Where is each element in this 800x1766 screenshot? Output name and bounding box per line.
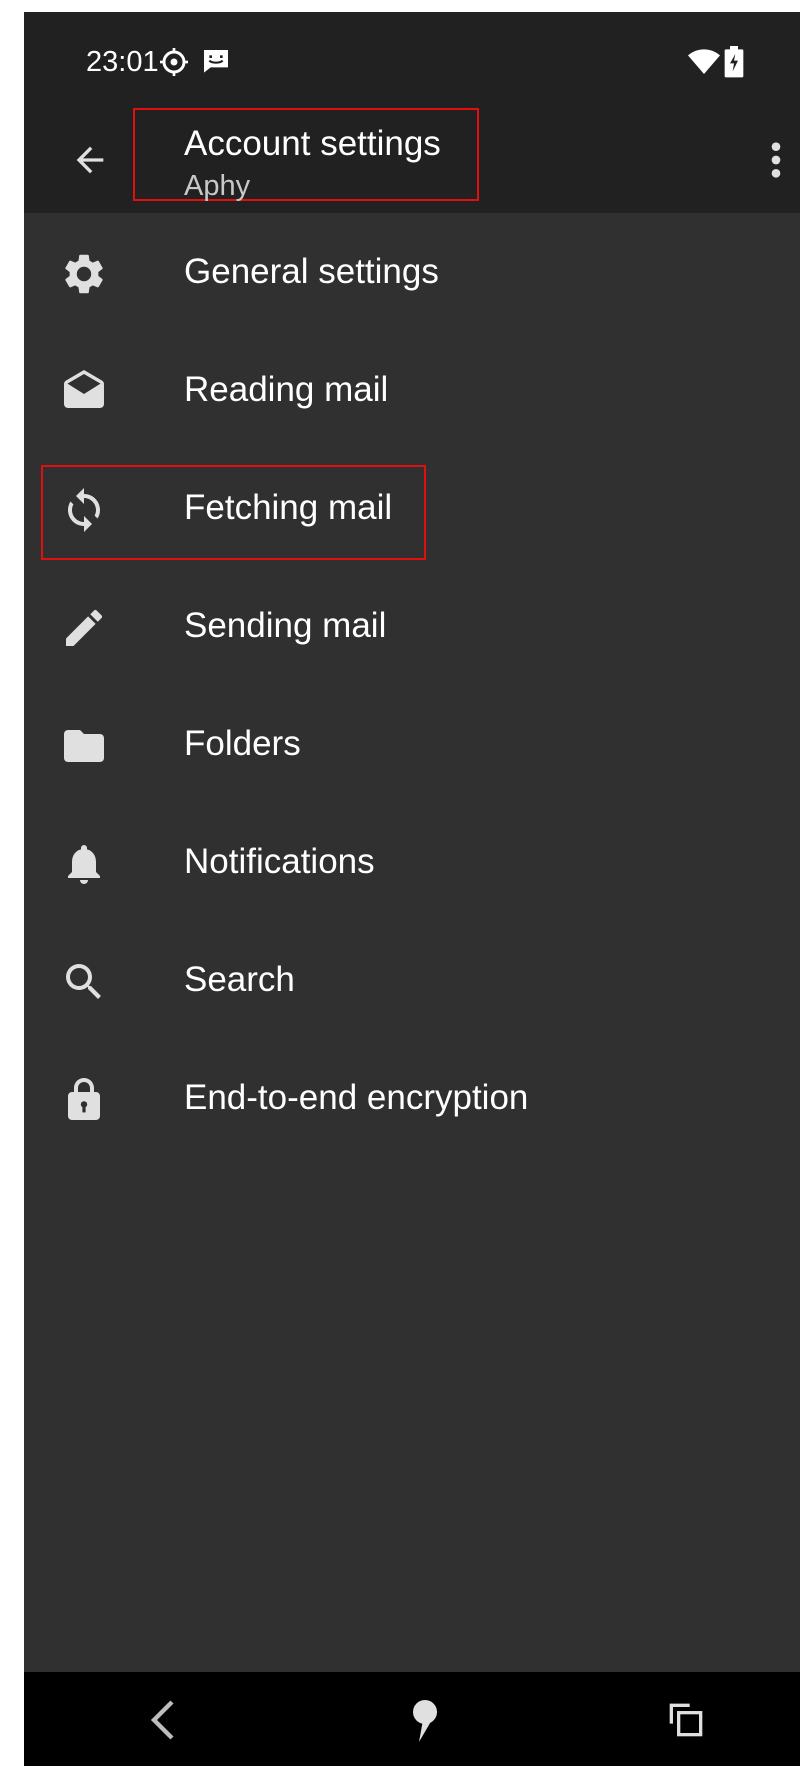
account-name-subtitle: Aphy <box>184 170 251 202</box>
menu-label: End-to-end encryption <box>184 1078 529 1117</box>
pencil-icon <box>66 609 103 646</box>
nav-home-button[interactable] <box>393 1690 453 1750</box>
message-status-icon <box>200 46 232 78</box>
settings-gear-status-icon <box>158 46 190 78</box>
search-icon <box>66 964 101 999</box>
nav-back-icon <box>150 1700 174 1740</box>
menu-label: General settings <box>184 252 439 291</box>
menu-item-end-to-end-encryption[interactable]: End-to-end encryption <box>24 1039 800 1157</box>
menu-label: Sending mail <box>184 606 387 645</box>
folder-icon <box>64 730 104 762</box>
wifi-icon <box>688 46 720 78</box>
status-bar: 23:01 <box>24 12 800 107</box>
menu-item-sending-mail[interactable]: Sending mail <box>24 567 800 685</box>
battery-charging-icon <box>722 46 754 78</box>
nav-recents-button[interactable] <box>656 1690 716 1750</box>
menu-label: Folders <box>184 724 301 763</box>
menu-item-folders[interactable]: Folders <box>24 685 800 803</box>
gear-icon <box>65 254 103 294</box>
menu-item-notifications[interactable]: Notifications <box>24 803 800 921</box>
system-navigation-bar <box>24 1672 800 1766</box>
page-title: Account settings <box>184 124 441 163</box>
nav-home-icon <box>413 1700 437 1742</box>
app-bar: Account settings Aphy <box>24 107 800 213</box>
more-vert-icon <box>771 142 781 178</box>
menu-label: Notifications <box>184 842 375 881</box>
status-time: 23:01 <box>86 46 159 78</box>
overflow-menu-button[interactable] <box>758 135 794 185</box>
menu-item-general-settings[interactable]: General settings <box>24 213 800 331</box>
phone-screen: 23:01 Account settings Aphy General sett… <box>24 12 800 1766</box>
menu-item-search[interactable]: Search <box>24 921 800 1039</box>
nav-back-button[interactable] <box>134 1690 194 1750</box>
back-button[interactable] <box>60 130 120 190</box>
fetching-mail-highlight-box <box>41 465 426 560</box>
menu-label: Reading mail <box>184 370 389 409</box>
menu-label: Search <box>184 960 295 999</box>
lock-icon <box>68 1078 100 1120</box>
menu-item-reading-mail[interactable]: Reading mail <box>24 331 800 449</box>
nav-recents-icon <box>669 1703 703 1737</box>
bell-icon <box>68 845 100 884</box>
arrow-back-icon <box>76 146 104 174</box>
envelope-open-icon <box>64 370 104 408</box>
